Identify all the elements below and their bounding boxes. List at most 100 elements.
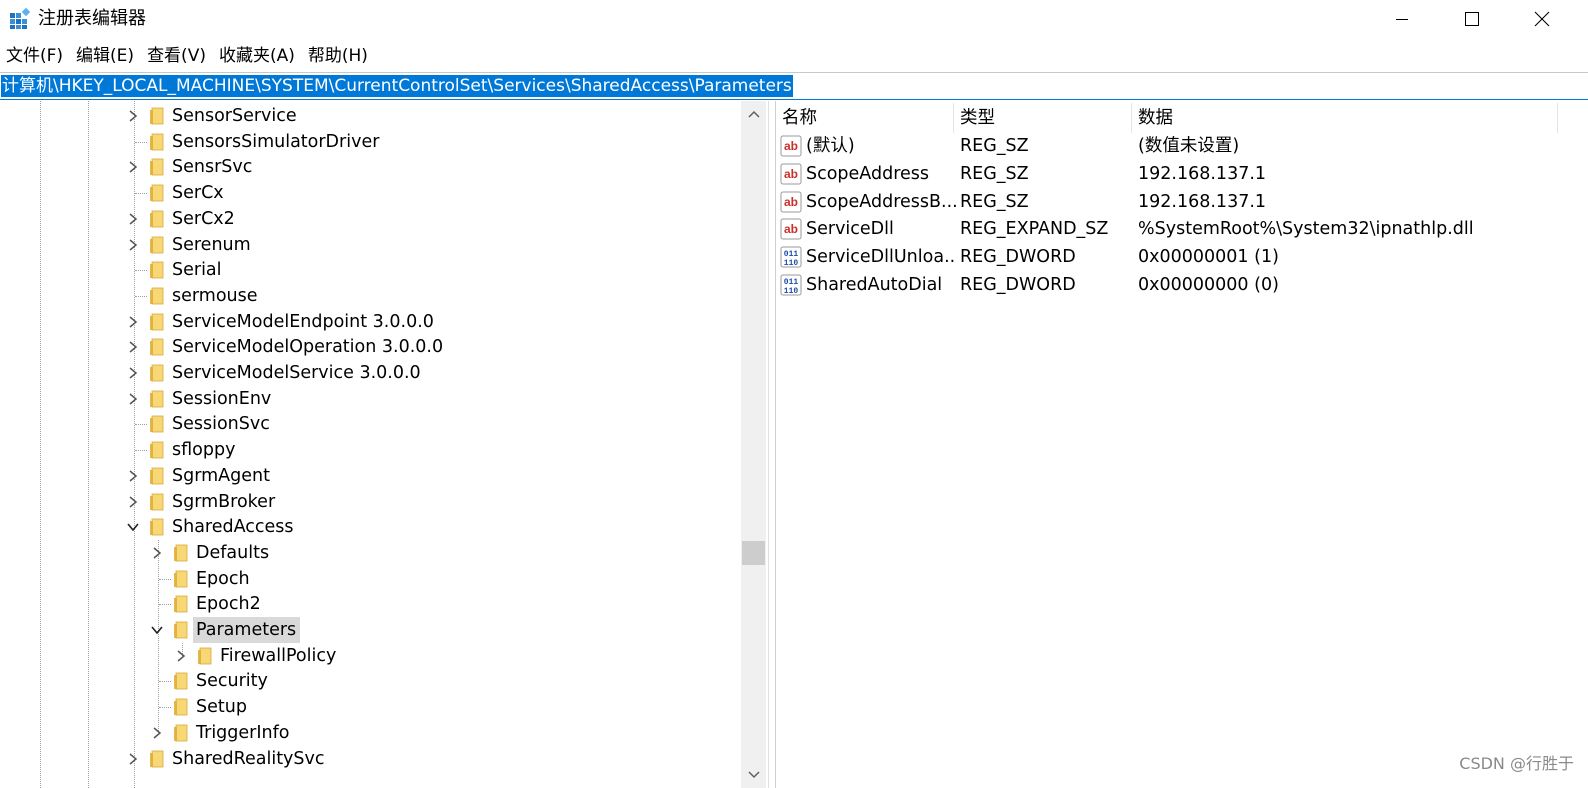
tree-node-label[interactable]: Epoch	[193, 566, 254, 592]
close-button[interactable]	[1507, 0, 1577, 38]
chevron-right-icon[interactable]	[125, 365, 141, 381]
scroll-up-button[interactable]	[741, 101, 766, 127]
tree-node[interactable]: FirewallPolicy	[0, 643, 740, 669]
tree-node-label[interactable]: Defaults	[193, 540, 273, 566]
value-row[interactable]: ab ScopeAddressB... REG_SZ 192.168.137.1	[776, 188, 1588, 216]
tree-node[interactable]: SharedRealitySvc	[0, 746, 740, 772]
tree-node[interactable]: SerCx2	[0, 206, 740, 232]
title-bar[interactable]: 注册表编辑器	[0, 0, 1588, 38]
menu-edit[interactable]: 编辑(E)	[70, 42, 141, 70]
tree-node[interactable]: Epoch	[0, 566, 740, 592]
svg-text:011: 011	[784, 278, 799, 287]
tree-node-label[interactable]: ServiceModelService 3.0.0.0	[169, 360, 425, 386]
tree-node-label[interactable]: Security	[193, 668, 272, 694]
chevron-down-icon[interactable]	[149, 622, 165, 638]
tree-node[interactable]: SessionSvc	[0, 411, 740, 437]
svg-text:ab: ab	[784, 195, 798, 209]
tree-node[interactable]: Setup	[0, 694, 740, 720]
tree-node-label[interactable]: SessionSvc	[169, 411, 274, 437]
address-bar[interactable]: 计算机\HKEY_LOCAL_MACHINE\SYSTEM\CurrentCon…	[0, 72, 1588, 100]
key-tree[interactable]: SensorService SensorsSimulatorDriver Sensr…	[0, 101, 768, 788]
value-row[interactable]: ab ScopeAddress REG_SZ 192.168.137.1	[776, 160, 1588, 188]
value-row[interactable]: 011 110 SharedAutoDial REG_DWORD 0x00000000 …	[776, 271, 1588, 299]
tree-node-label[interactable]: Serial	[169, 257, 226, 283]
value-row[interactable]: ab ServiceDll REG_EXPAND_SZ %SystemRoot%\Sy…	[776, 215, 1588, 243]
tree-node[interactable]: Serenum	[0, 232, 740, 258]
tree-node[interactable]: Defaults	[0, 540, 740, 566]
tree-node[interactable]: SgrmAgent	[0, 463, 740, 489]
tree-node[interactable]: SharedAccess	[0, 514, 740, 540]
value-row[interactable]: ab (默认) REG_SZ (数值未设置)	[776, 132, 1588, 160]
tree-node-label[interactable]: Setup	[193, 694, 251, 720]
chevron-right-icon[interactable]	[125, 468, 141, 484]
chevron-right-icon[interactable]	[149, 545, 165, 561]
tree-node[interactable]: SensorService	[0, 103, 740, 129]
tree-node-label[interactable]: Epoch2	[193, 591, 265, 617]
column-type[interactable]: 类型	[954, 103, 1132, 133]
tree-node[interactable]: Serial	[0, 257, 740, 283]
scroll-down-button[interactable]	[741, 762, 766, 788]
tree-node[interactable]: SensrSvc	[0, 154, 740, 180]
tree-node-label[interactable]: Serenum	[169, 232, 255, 258]
tree-node-label[interactable]: SensrSvc	[169, 154, 256, 180]
chevron-right-icon[interactable]	[125, 159, 141, 175]
menu-favorites[interactable]: 收藏夹(A)	[213, 42, 302, 70]
menu-help[interactable]: 帮助(H)	[302, 42, 375, 70]
tree-node-label[interactable]: TriggerInfo	[193, 720, 293, 746]
menu-file[interactable]: 文件(F)	[0, 42, 70, 70]
folder-icon	[149, 338, 165, 356]
value-row[interactable]: 011 110 ServiceDllUnloa... REG_DWORD 0x00000…	[776, 243, 1588, 271]
tree-node-label[interactable]: SensorsSimulatorDriver	[169, 129, 383, 155]
chevron-right-icon[interactable]	[125, 108, 141, 124]
tree-node[interactable]: ServiceModelEndpoint 3.0.0.0	[0, 309, 740, 335]
tree-node[interactable]: sermouse	[0, 283, 740, 309]
column-name[interactable]: 名称	[776, 103, 954, 133]
chevron-right-icon[interactable]	[173, 648, 189, 664]
tree-connector-line	[135, 193, 147, 195]
tree-node[interactable]: Parameters	[0, 617, 740, 643]
tree-scrollbar[interactable]	[741, 101, 766, 788]
tree-node-label[interactable]: sermouse	[169, 283, 262, 309]
tree-node-label[interactable]: SessionEnv	[169, 386, 275, 412]
menu-view[interactable]: 查看(V)	[141, 42, 213, 70]
tree-node-label[interactable]: sfloppy	[169, 437, 239, 463]
tree-node[interactable]: SgrmBroker	[0, 489, 740, 515]
chevron-right-icon[interactable]	[149, 725, 165, 741]
chevron-right-icon[interactable]	[125, 391, 141, 407]
maximize-button[interactable]	[1437, 0, 1507, 38]
tree-node-label[interactable]: SharedRealitySvc	[169, 746, 329, 772]
chevron-right-icon[interactable]	[125, 494, 141, 510]
tree-node[interactable]: Epoch2	[0, 591, 740, 617]
tree-node[interactable]: TriggerInfo	[0, 720, 740, 746]
tree-node[interactable]: Security	[0, 668, 740, 694]
tree-node[interactable]: SessionEnv	[0, 386, 740, 412]
chevron-right-icon[interactable]	[125, 237, 141, 253]
tree-node-label[interactable]: Parameters	[193, 617, 301, 643]
pane-splitter[interactable]	[768, 101, 776, 788]
tree-node-label[interactable]: FirewallPolicy	[217, 643, 340, 669]
tree-node[interactable]: ServiceModelService 3.0.0.0	[0, 360, 740, 386]
tree-node[interactable]: ServiceModelOperation 3.0.0.0	[0, 334, 740, 360]
values-list[interactable]: 名称 类型 数据 ab (默认) REG_SZ (数值未设置) ab ScopeAddre…	[776, 101, 1588, 788]
tree-node[interactable]: sfloppy	[0, 437, 740, 463]
tree-node-label[interactable]: ServiceModelOperation 3.0.0.0	[169, 334, 447, 360]
tree-node[interactable]: SerCx	[0, 180, 740, 206]
chevron-down-icon[interactable]	[125, 519, 141, 535]
minimize-button[interactable]	[1367, 0, 1437, 38]
tree-node-label[interactable]: SgrmBroker	[169, 489, 279, 515]
tree-node-label[interactable]: ServiceModelEndpoint 3.0.0.0	[169, 309, 438, 335]
tree-node-label[interactable]: SharedAccess	[169, 514, 298, 540]
tree-node[interactable]: SensorsSimulatorDriver	[0, 129, 740, 155]
column-data[interactable]: 数据	[1132, 103, 1558, 133]
chevron-right-icon[interactable]	[125, 751, 141, 767]
tree-node-label[interactable]: SerCx2	[169, 206, 239, 232]
chevron-right-icon[interactable]	[125, 211, 141, 227]
tree-node-label[interactable]: SensorService	[169, 103, 301, 129]
address-path[interactable]: 计算机\HKEY_LOCAL_MACHINE\SYSTEM\CurrentCon…	[1, 75, 793, 97]
tree-node-label[interactable]: SgrmAgent	[169, 463, 274, 489]
chevron-right-icon[interactable]	[125, 314, 141, 330]
tree-node-label[interactable]: SerCx	[169, 180, 228, 206]
tree-connector-line	[135, 270, 147, 272]
scroll-thumb[interactable]	[742, 541, 765, 565]
chevron-right-icon[interactable]	[125, 339, 141, 355]
